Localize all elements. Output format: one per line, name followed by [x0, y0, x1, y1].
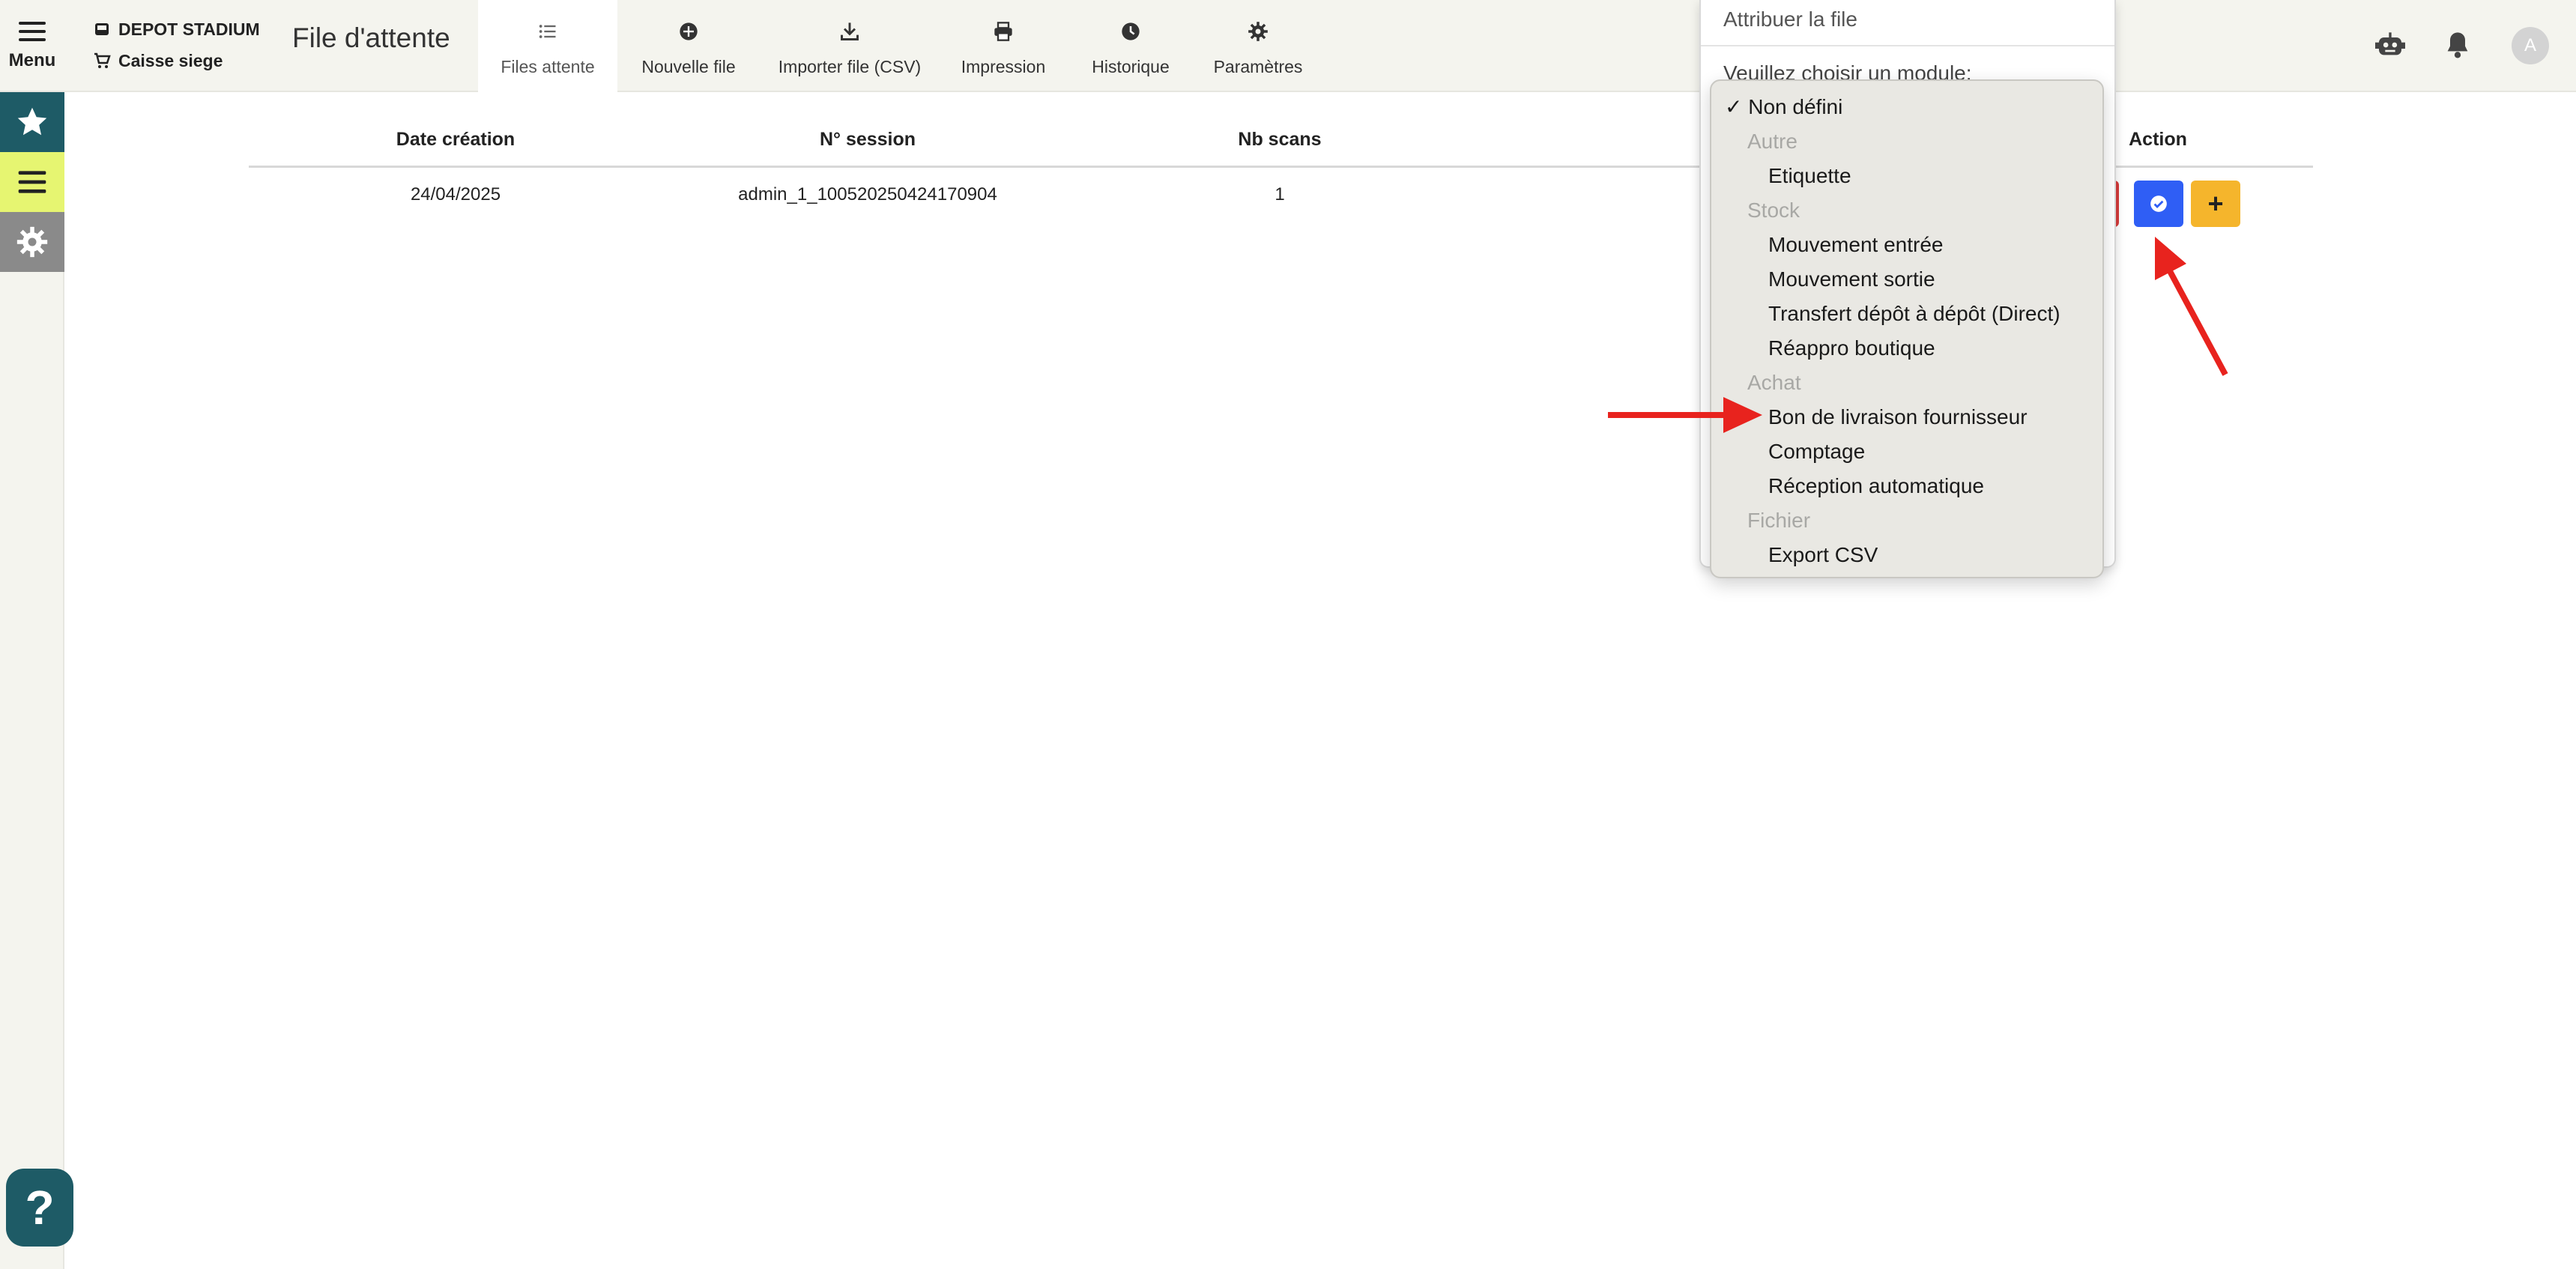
- annotation-arrows: [1608, 237, 2228, 433]
- arrow-to-bon-de-livraison: [1608, 397, 1762, 433]
- arrow-to-assign-button: [2155, 237, 2228, 376]
